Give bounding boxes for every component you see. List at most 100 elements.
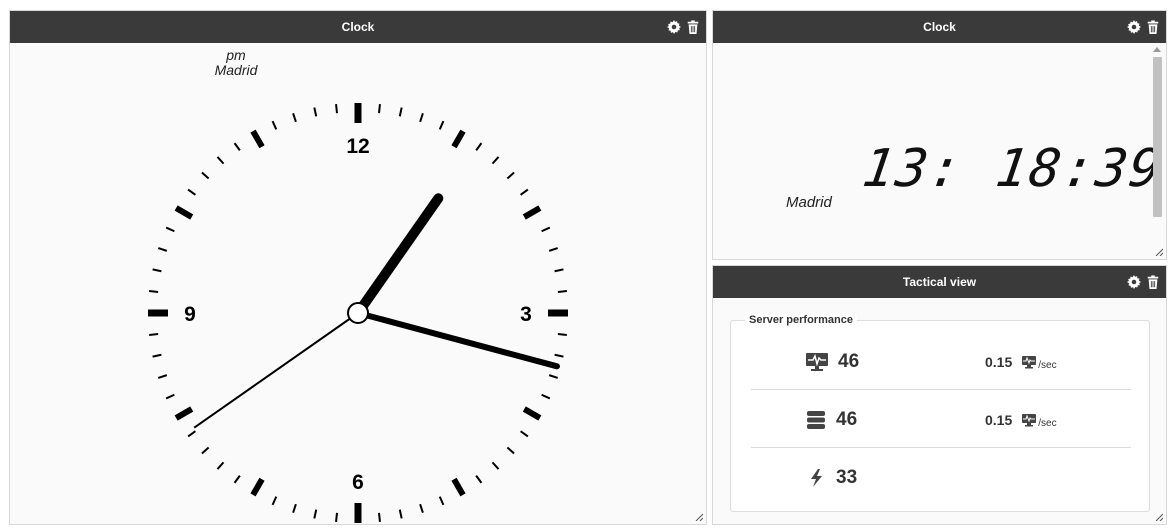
metric-rate: 0.15 /sec xyxy=(985,391,1057,448)
minute-tick xyxy=(557,290,567,293)
minute-tick xyxy=(520,430,529,438)
widget-tools xyxy=(1127,266,1160,298)
hour-tick xyxy=(522,406,542,421)
widget-tools xyxy=(1127,11,1160,43)
scroll-thumb[interactable] xyxy=(1153,57,1162,217)
numeral-3: 3 xyxy=(520,303,532,326)
clock-hub xyxy=(347,302,369,324)
minute-tick xyxy=(475,475,483,484)
minute-tick xyxy=(335,512,338,522)
tactical-view-widget: Tactical view Server performance 46 0.15… xyxy=(712,265,1167,525)
trash-icon[interactable] xyxy=(1146,275,1160,289)
minute-tick xyxy=(271,496,278,506)
numeral-6: 6 xyxy=(352,471,364,494)
minute-tick xyxy=(541,226,551,233)
trash-icon[interactable] xyxy=(686,20,700,34)
minute-tick xyxy=(149,290,159,293)
minute-tick xyxy=(438,496,445,506)
widget-header[interactable]: Clock xyxy=(713,11,1166,43)
minute-tick xyxy=(506,446,515,455)
minute-tick xyxy=(165,393,175,400)
minute-tick xyxy=(233,475,241,484)
minute-tick xyxy=(554,353,564,358)
digital-time: 13: 18:39 xyxy=(858,139,1167,199)
minute-tick xyxy=(506,171,515,180)
minute-tick xyxy=(313,509,318,519)
rate-unit: /sec xyxy=(1038,418,1057,429)
resize-handle[interactable] xyxy=(1155,248,1163,256)
digital-clock-widget: Clock 13: 18:39 Madrid xyxy=(712,10,1167,260)
resize-handle[interactable] xyxy=(1155,513,1163,521)
minute-tick xyxy=(165,226,175,233)
trash-icon[interactable] xyxy=(1146,20,1160,34)
minute-tick xyxy=(378,104,381,114)
minute-tick xyxy=(548,247,559,252)
scroll-up-arrow[interactable] xyxy=(1153,47,1161,52)
minute-tick xyxy=(475,142,483,151)
widget-title: Tactical view xyxy=(902,275,977,289)
analog-clock-widget: Clock pm Madrid 12 3 6 9 xyxy=(9,10,707,525)
hour-tick xyxy=(174,406,194,421)
minute-tick xyxy=(157,374,168,379)
widget-header[interactable]: Tactical view xyxy=(713,266,1166,298)
minute-tick xyxy=(152,353,162,358)
metric-value: 33 xyxy=(836,466,858,488)
minute-tick xyxy=(216,156,225,165)
second-hand xyxy=(193,312,359,429)
minute-tick xyxy=(491,156,500,165)
hour-tick xyxy=(250,477,265,497)
minute-tick xyxy=(554,268,564,273)
gear-icon[interactable] xyxy=(667,20,681,34)
metric-main: 46 xyxy=(805,391,857,448)
gear-icon[interactable] xyxy=(1127,275,1141,289)
minute-tick xyxy=(557,333,567,336)
resize-handle[interactable] xyxy=(695,513,703,521)
minute-tick xyxy=(398,107,403,117)
minute-tick xyxy=(520,188,529,196)
metric-value: 46 xyxy=(838,350,860,372)
city-label: Madrid xyxy=(786,194,832,211)
monitor-rate-icon xyxy=(1022,355,1037,368)
metric-rate: 0.15 /sec xyxy=(985,333,1057,390)
minute-tick xyxy=(419,112,424,123)
metric-main: 33 xyxy=(805,449,857,506)
minute-tick xyxy=(548,374,559,379)
database-icon xyxy=(807,410,825,429)
minute-tick xyxy=(491,461,500,470)
minute-tick xyxy=(216,461,225,470)
widget-tools xyxy=(667,11,700,43)
vertical-scrollbar[interactable] xyxy=(1152,47,1162,253)
minute-tick xyxy=(201,446,210,455)
hour-tick xyxy=(451,129,466,149)
rate-value: 0.15 xyxy=(985,411,1013,428)
minute-tick xyxy=(419,503,424,514)
gear-icon[interactable] xyxy=(1127,20,1141,34)
minute-tick xyxy=(157,247,168,252)
minute-tick xyxy=(438,120,445,130)
hour-hand xyxy=(353,193,444,318)
rate-value: 0.15 xyxy=(985,353,1013,370)
minute-tick xyxy=(541,393,551,400)
widget-title: Clock xyxy=(341,20,375,34)
lightning-icon xyxy=(811,468,822,487)
metric-value: 46 xyxy=(836,408,858,430)
server-performance-panel: Server performance 46 0.15 /sec 46 0.15 … xyxy=(730,314,1150,512)
analog-clock-face: 12 3 6 9 xyxy=(148,103,568,523)
minute-tick xyxy=(292,503,297,514)
minute-tick xyxy=(335,104,338,114)
hour-tick xyxy=(522,205,542,220)
minute-tick xyxy=(292,112,297,123)
minute-tick xyxy=(201,171,210,180)
hour-tick xyxy=(174,205,194,220)
perf-row: 46 0.15 /sec xyxy=(751,333,1131,390)
minute-tick xyxy=(149,333,159,336)
numeral-12: 12 xyxy=(346,135,369,158)
perf-row: 46 0.15 /sec xyxy=(751,391,1131,448)
widget-header[interactable]: Clock xyxy=(10,11,706,43)
perf-row: 33 xyxy=(751,449,1131,506)
minute-tick xyxy=(398,509,403,519)
minute-tick xyxy=(152,268,162,273)
rate-unit: /sec xyxy=(1038,360,1057,371)
numeral-9: 9 xyxy=(184,303,196,326)
minute-tick xyxy=(233,142,241,151)
